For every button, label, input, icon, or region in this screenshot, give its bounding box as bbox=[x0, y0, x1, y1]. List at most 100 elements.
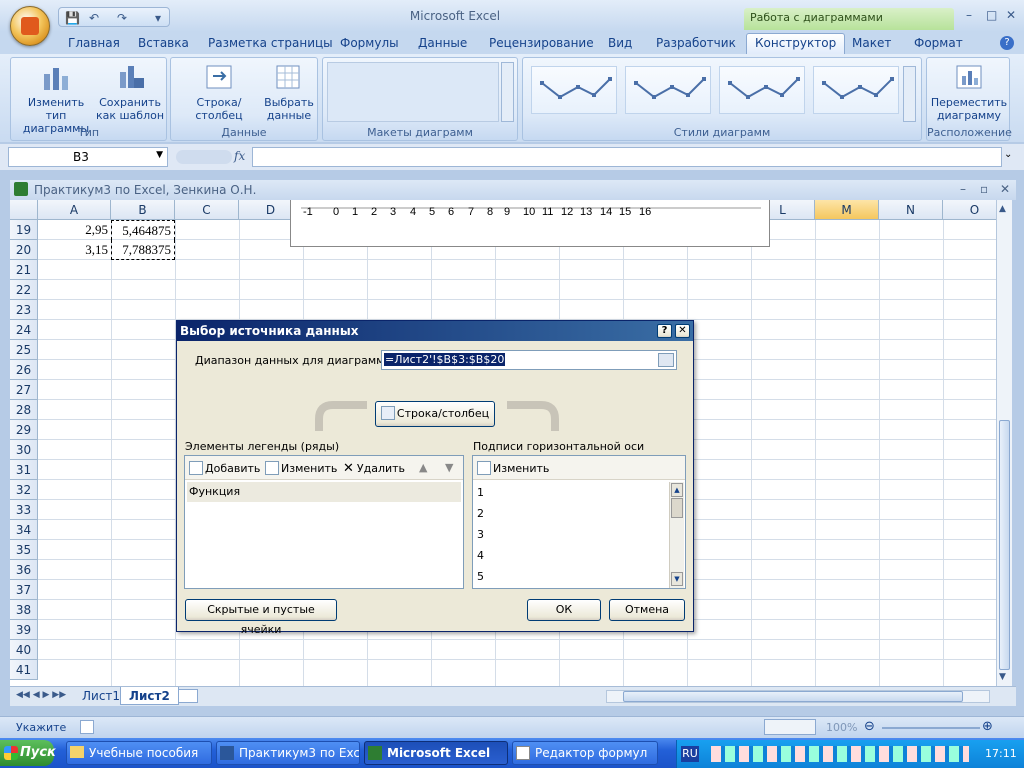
row-header[interactable]: 35 bbox=[10, 540, 38, 560]
column-header[interactable]: A bbox=[38, 200, 111, 220]
row-header[interactable]: 29 bbox=[10, 420, 38, 440]
tab-design[interactable]: Конструктор bbox=[746, 33, 846, 54]
collapse-dialog-icon[interactable] bbox=[658, 353, 674, 367]
horizontal-scrollbar[interactable] bbox=[606, 690, 990, 703]
name-box[interactable]: B3 ▼ bbox=[8, 147, 168, 167]
row-header[interactable]: 32 bbox=[10, 480, 38, 500]
expand-formula-icon[interactable]: ⌄ bbox=[1004, 149, 1012, 160]
task-word-doc[interactable]: Практикум3 по Excel... bbox=[216, 741, 360, 765]
cell-b19[interactable]: 5,464875 bbox=[111, 220, 175, 240]
style-option-1[interactable] bbox=[531, 66, 617, 114]
insert-function-icon[interactable]: fx bbox=[234, 149, 245, 163]
row-header[interactable]: 36 bbox=[10, 560, 38, 580]
task-excel[interactable]: Microsoft Excel bbox=[364, 741, 508, 765]
save-icon[interactable]: 💾 bbox=[65, 11, 80, 25]
category-item[interactable]: 5 bbox=[477, 570, 484, 583]
save-as-template-button[interactable]: Сохранить как шаблон bbox=[95, 62, 165, 122]
switch-row-column-dialog-button[interactable]: Строка/столбец bbox=[375, 401, 495, 427]
tab-format[interactable]: Формат bbox=[914, 36, 963, 50]
sheet-nav-icon[interactable]: ◀◀ ◀ ▶ ▶▶ bbox=[16, 690, 66, 700]
macro-record-icon[interactable] bbox=[80, 720, 94, 734]
select-all-corner[interactable] bbox=[10, 200, 38, 220]
office-button[interactable] bbox=[10, 6, 50, 46]
layouts-gallery[interactable] bbox=[327, 62, 499, 122]
select-data-button[interactable]: Выбрать данные bbox=[263, 62, 315, 122]
tab-data[interactable]: Данные bbox=[418, 36, 467, 50]
styles-gallery-scroll[interactable] bbox=[903, 66, 916, 122]
dialog-help-button[interactable]: ? bbox=[657, 324, 672, 338]
series-item[interactable]: Функция bbox=[187, 482, 461, 502]
cell-a19[interactable]: 2,95 bbox=[38, 220, 111, 240]
tab-view[interactable]: Вид bbox=[608, 36, 632, 50]
row-header[interactable]: 28 bbox=[10, 400, 38, 420]
change-chart-type-button[interactable]: Изменить тип диаграммы bbox=[17, 62, 95, 135]
scroll-up-icon[interactable]: ▲ bbox=[671, 483, 683, 497]
category-item[interactable]: 3 bbox=[477, 528, 484, 541]
add-series-button[interactable]: Добавить bbox=[189, 461, 260, 475]
qat-customize-icon[interactable]: ▾ bbox=[155, 11, 161, 25]
name-box-dropdown-icon[interactable]: ▼ bbox=[156, 150, 163, 160]
switch-row-column-button[interactable]: Строка/столбец bbox=[175, 62, 263, 122]
row-header[interactable]: 22 bbox=[10, 280, 38, 300]
cell-b20[interactable]: 7,788375 bbox=[111, 240, 175, 260]
zoom-level[interactable]: 100% bbox=[826, 721, 857, 734]
workbook-minimize-button[interactable]: – bbox=[960, 182, 966, 196]
workbook-close-button[interactable]: ✕ bbox=[1000, 182, 1010, 196]
tab-page-layout[interactable]: Разметка страницы bbox=[208, 36, 333, 50]
ok-button[interactable]: ОК bbox=[527, 599, 601, 621]
tab-home[interactable]: Главная bbox=[68, 36, 120, 50]
scroll-down-icon[interactable]: ▼ bbox=[671, 572, 683, 586]
tab-review[interactable]: Рецензирование bbox=[489, 36, 594, 50]
delete-series-button[interactable]: ✕ Удалить bbox=[343, 461, 405, 476]
row-header[interactable]: 39 bbox=[10, 620, 38, 640]
row-header[interactable]: 33 bbox=[10, 500, 38, 520]
style-option-3[interactable] bbox=[719, 66, 805, 114]
row-header[interactable]: 26 bbox=[10, 360, 38, 380]
row-header[interactable]: 37 bbox=[10, 580, 38, 600]
style-option-2[interactable] bbox=[625, 66, 711, 114]
h-scroll-thumb[interactable] bbox=[623, 691, 963, 702]
sheet-tab-2[interactable]: Лист2 bbox=[120, 687, 179, 705]
zoom-out-icon[interactable]: ⊖ bbox=[864, 719, 875, 734]
row-header[interactable]: 19 bbox=[10, 220, 38, 240]
scroll-up-icon[interactable]: ▲ bbox=[999, 204, 1006, 214]
column-header[interactable]: B bbox=[111, 200, 175, 220]
category-item[interactable]: 2 bbox=[477, 507, 484, 520]
row-header[interactable]: 20 bbox=[10, 240, 38, 260]
edit-categories-button[interactable]: Изменить bbox=[477, 461, 549, 475]
column-header[interactable]: O bbox=[943, 200, 996, 220]
insert-sheet-icon[interactable] bbox=[178, 689, 198, 703]
row-header[interactable]: 24 bbox=[10, 320, 38, 340]
style-option-4[interactable] bbox=[813, 66, 899, 114]
redo-icon[interactable]: ↷ bbox=[117, 11, 127, 25]
row-header[interactable]: 30 bbox=[10, 440, 38, 460]
row-header[interactable]: 25 bbox=[10, 340, 38, 360]
cancel-button[interactable]: Отмена bbox=[609, 599, 685, 621]
row-header[interactable]: 41 bbox=[10, 660, 38, 680]
row-header[interactable]: 21 bbox=[10, 260, 38, 280]
move-up-icon[interactable]: ▲ bbox=[419, 461, 427, 474]
view-buttons[interactable] bbox=[764, 719, 816, 735]
tray-icons[interactable] bbox=[711, 746, 969, 762]
vertical-scrollbar[interactable]: ▲ ▼ bbox=[996, 200, 1012, 686]
move-down-icon[interactable]: ▼ bbox=[445, 461, 453, 474]
language-indicator[interactable]: RU bbox=[681, 746, 699, 762]
range-input[interactable]: =Лист2'!$B$3:$B$20 bbox=[381, 350, 677, 370]
tab-insert[interactable]: Вставка bbox=[138, 36, 189, 50]
close-button[interactable]: ✕ bbox=[1006, 8, 1016, 22]
column-header[interactable]: C bbox=[175, 200, 239, 220]
scroll-thumb[interactable] bbox=[999, 420, 1010, 670]
maximize-button[interactable]: □ bbox=[986, 8, 997, 22]
category-scroll-thumb[interactable] bbox=[671, 498, 683, 518]
tab-formulas[interactable]: Формулы bbox=[340, 36, 399, 50]
column-header-selected[interactable]: M bbox=[815, 200, 879, 220]
hidden-empty-cells-button[interactable]: Скрытые и пустые ячейки bbox=[185, 599, 337, 636]
task-folder[interactable]: Учебные пособия bbox=[66, 741, 212, 765]
move-chart-button[interactable]: Переместить диаграмму bbox=[929, 62, 1009, 122]
row-header[interactable]: 27 bbox=[10, 380, 38, 400]
row-header[interactable]: 31 bbox=[10, 460, 38, 480]
edit-series-button[interactable]: Изменить bbox=[265, 461, 337, 475]
layouts-gallery-scroll[interactable] bbox=[501, 62, 514, 122]
formula-input[interactable] bbox=[252, 147, 1002, 167]
tab-developer[interactable]: Разработчик bbox=[656, 36, 736, 50]
